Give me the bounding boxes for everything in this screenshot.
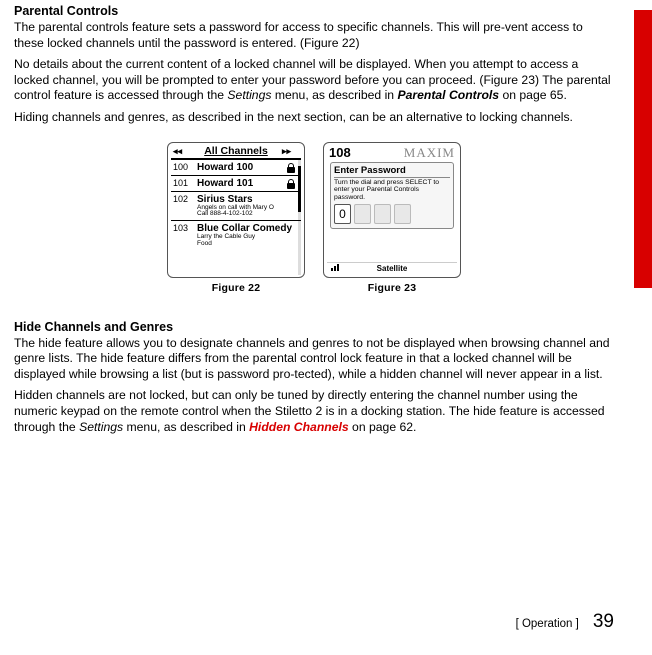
channel-row: 100 Howard 100 [171, 160, 301, 176]
channel-row: 102 Sirius Stars Angels on call with Mar… [171, 192, 301, 222]
pin-digit-4 [394, 204, 411, 224]
hide-channels-heading: Hide Channels and Genres [14, 320, 614, 334]
password-instructions: Turn the dial and press SELECT to enter … [334, 179, 450, 201]
source-label: Satellite [377, 264, 408, 273]
page-number: 39 [593, 611, 614, 633]
channel-name: Howard 100 [197, 162, 253, 173]
pin-digit-2 [354, 204, 371, 224]
manual-page: Parental Controls The parental controls … [0, 0, 652, 655]
hc-para-1: The hide feature allows you to designate… [14, 336, 614, 383]
brand-logo: MAXIM [404, 145, 455, 161]
channel-name: Howard 101 [197, 178, 253, 189]
pc-p2-b: menu, as described in [271, 88, 397, 102]
device-screen-password: 108 MAXIM Enter Password Turn the dial a… [323, 142, 461, 278]
channel-number: 103 [173, 223, 193, 233]
lock-icon [287, 163, 295, 173]
device-footer: Satellite [327, 262, 457, 275]
channel-number: 102 [173, 194, 193, 204]
pc-para-3: Hiding channels and genres, as described… [14, 110, 614, 126]
channel-number: 101 [173, 178, 193, 188]
lock-icon [287, 179, 295, 189]
hc-p2-c: on page 62. [349, 420, 417, 434]
bracket-close: ] [572, 618, 578, 630]
channel-list-header: ◂◂ All Channels ▸▸ [171, 145, 301, 160]
channel-number-display: 108 [329, 145, 351, 160]
figures-row: ◂◂ All Channels ▸▸ 100 Howard 100 [14, 142, 614, 294]
channel-list-title: All Channels [204, 145, 268, 157]
channel-number: 100 [173, 162, 193, 172]
hc-para-2: Hidden channels are not locked, but can … [14, 388, 614, 435]
hidden-channels-ref: Hidden Channels [249, 420, 349, 434]
page-footer: [ Operation ] 39 [516, 611, 614, 633]
pin-entry-row: 0 [334, 204, 450, 224]
hc-p2-b: menu, as described in [123, 420, 249, 434]
pc-p2-c: on page 65. [499, 88, 567, 102]
signal-icon [331, 264, 345, 271]
footer-section: [ Operation ] [516, 618, 579, 630]
device-screen-channel-list: ◂◂ All Channels ▸▸ 100 Howard 100 [167, 142, 305, 278]
settings-ref-2: Settings [79, 420, 123, 434]
parental-controls-heading: Parental Controls [14, 4, 614, 18]
pc-para-2: No details about the current content of … [14, 57, 614, 104]
channel-name: Sirius Stars [197, 194, 253, 205]
side-tab [634, 10, 652, 288]
figure-22-caption: Figure 22 [212, 282, 260, 294]
settings-ref-1: Settings [227, 88, 271, 102]
channel-subtitle: Food [197, 241, 295, 248]
pin-digit-1: 0 [334, 204, 351, 224]
channel-row: 101 Howard 101 [171, 176, 301, 192]
prev-category-icon: ◂◂ [173, 146, 182, 157]
channel-list: 100 Howard 100 101 Howard 101 [171, 160, 301, 275]
footer-section-label: Operation [522, 618, 573, 630]
next-category-icon: ▸▸ [282, 146, 291, 157]
figure-23: 108 MAXIM Enter Password Turn the dial a… [323, 142, 461, 294]
parental-controls-ref: Parental Controls [397, 88, 499, 102]
channel-subtitle: Call 888-4-102-102 [197, 211, 295, 218]
channel-row: 103 Blue Collar Comedy Larry the Cable G… [171, 221, 301, 250]
password-header-row: 108 MAXIM [327, 145, 457, 161]
password-title: Enter Password [334, 165, 450, 178]
pin-digit-3 [374, 204, 391, 224]
password-panel: Enter Password Turn the dial and press S… [330, 162, 454, 229]
figure-23-caption: Figure 23 [368, 282, 416, 294]
pc-para-1: The parental controls feature sets a pas… [14, 20, 614, 51]
figure-22: ◂◂ All Channels ▸▸ 100 Howard 100 [167, 142, 305, 294]
